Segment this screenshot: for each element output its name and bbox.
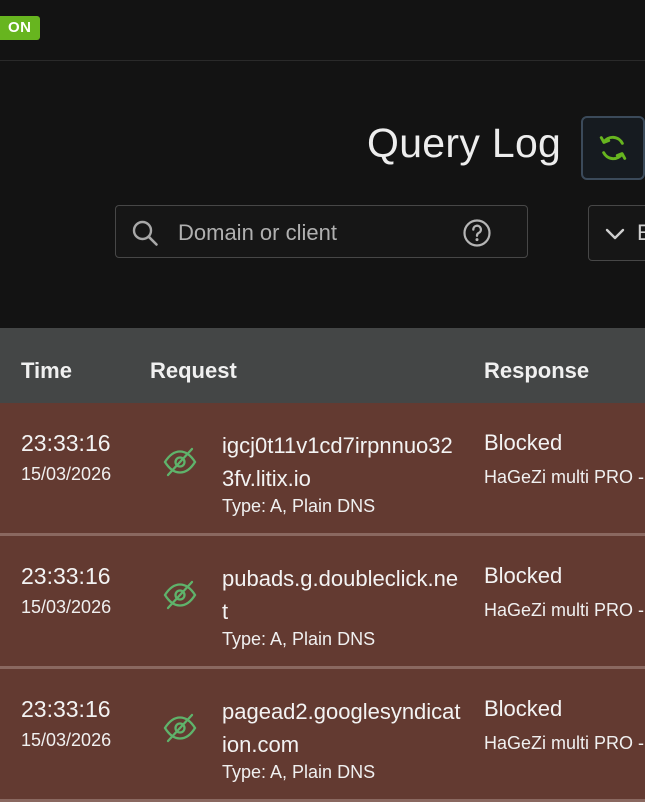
row-rule: HaGeZi multi PRO - [484, 467, 645, 487]
table-row[interactable]: 23:33:16 15/03/2026 igcj0t11v1cd7irpnnuo… [0, 403, 645, 536]
top-bar: ON [0, 0, 645, 61]
column-header-response: Response [484, 358, 590, 383]
row-type: Type: A, Plain DNS [222, 629, 376, 649]
row-status: Blocked [484, 563, 563, 588]
protection-status-badge[interactable]: ON [0, 16, 40, 40]
row-status: Blocked [484, 696, 563, 721]
column-header-request: Request [150, 358, 237, 383]
eye-off-icon[interactable] [163, 713, 197, 743]
refresh-button[interactable] [581, 116, 645, 180]
column-header-time: Time [21, 358, 72, 383]
row-domain[interactable]: pubads.g.doubleclick.net [222, 562, 462, 628]
row-date: 15/03/2026 [21, 597, 112, 617]
row-rule: HaGeZi multi PRO - [484, 600, 645, 620]
refresh-icon [599, 135, 627, 161]
row-status: Blocked [484, 430, 563, 455]
row-type: Type: A, Plain DNS [222, 496, 376, 516]
row-time: 23:33:16 [21, 430, 111, 456]
row-date: 15/03/2026 [21, 464, 112, 484]
search-icon [132, 220, 158, 246]
help-icon[interactable] [462, 218, 492, 248]
search-box[interactable] [115, 205, 528, 259]
row-domain[interactable]: pagead2.googlesyndication.com [222, 695, 462, 761]
filter-label: E [637, 220, 645, 245]
eye-off-icon[interactable] [163, 447, 197, 477]
eye-off-icon[interactable] [163, 580, 197, 610]
response-filter-dropdown[interactable]: E [588, 205, 645, 261]
row-time: 23:33:16 [21, 563, 111, 589]
query-log-header: Query Log E [0, 62, 645, 328]
row-domain[interactable]: igcj0t11v1cd7irpnnuo323fv.litix.io [222, 429, 462, 495]
row-time: 23:33:16 [21, 696, 111, 722]
search-input[interactable] [176, 206, 460, 259]
table-row[interactable]: 23:33:16 15/03/2026 pagead2.googlesyndic… [0, 669, 645, 802]
table-row[interactable]: 23:33:16 15/03/2026 pubads.g.doubleclick… [0, 536, 645, 669]
chevron-down-icon [605, 228, 625, 240]
table-header: Time Request Response [0, 328, 645, 403]
page-title: Query Log [367, 120, 562, 166]
row-date: 15/03/2026 [21, 730, 112, 750]
row-type: Type: A, Plain DNS [222, 762, 376, 782]
row-rule: HaGeZi multi PRO - [484, 733, 645, 753]
